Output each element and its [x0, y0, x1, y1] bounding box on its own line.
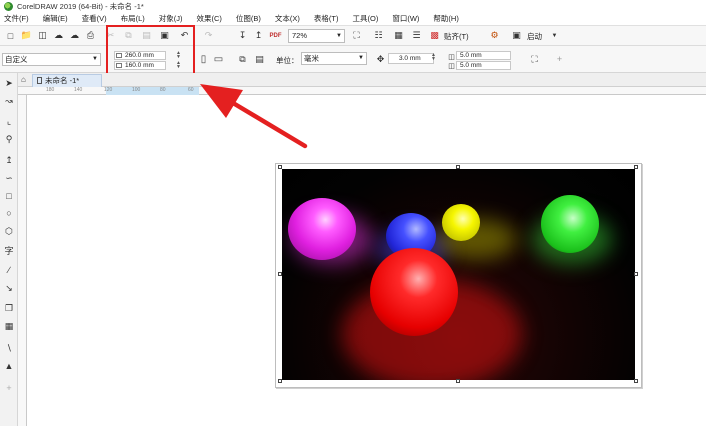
annotation-arrow-head	[200, 84, 243, 118]
annotation-arrow-shaft	[225, 97, 308, 149]
annotation-arrow	[200, 84, 308, 149]
